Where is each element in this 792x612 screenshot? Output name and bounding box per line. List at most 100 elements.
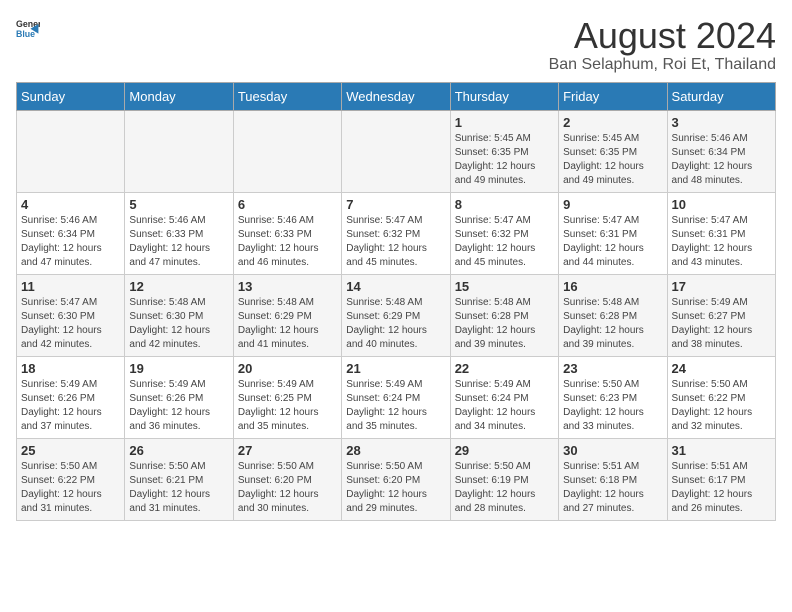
calendar-cell: 12Sunrise: 5:48 AM Sunset: 6:30 PM Dayli… — [125, 274, 233, 356]
day-info: Sunrise: 5:50 AM Sunset: 6:22 PM Dayligh… — [21, 460, 120, 516]
day-info: Sunrise: 5:47 AM Sunset: 6:32 PM Dayligh… — [346, 214, 445, 270]
day-number: 23 — [563, 361, 662, 376]
calendar-cell: 22 Sunrise: 5:49 AM Sunset: 6:24 PM Dayli… — [450, 356, 558, 438]
day-info: Sunrise: 5:48 AM Sunset: 6:29 PM Dayligh… — [346, 296, 445, 352]
calendar-cell: 20Sunrise: 5:49 AM Sunset: 6:25 PM Dayli… — [233, 356, 341, 438]
day-number: 19 — [129, 361, 228, 376]
calendar-cell: 15 Sunrise: 5:48 AM Sunset: 6:28 PM Dayli… — [450, 274, 558, 356]
day-info: Sunrise: 5:50 AM Sunset: 6:21 PM Dayligh… — [129, 460, 228, 516]
day-info: Sunrise: 5:47 AM Sunset: 6:30 PM Dayligh… — [21, 296, 120, 352]
calendar-cell: 23 Sunrise: 5:50 AM Sunset: 6:23 PM Dayli… — [559, 356, 667, 438]
day-info: Sunrise: 5:51 AM Sunset: 6:18 PM Dayligh… — [563, 460, 662, 516]
calendar-cell: 3 Sunrise: 5:46 AM Sunset: 6:34 PM Daylig… — [667, 110, 775, 192]
day-number: 4 — [21, 197, 120, 212]
day-header-wednesday: Wednesday — [342, 82, 450, 110]
calendar-cell: 6 Sunrise: 5:46 AM Sunset: 6:33 PM Daylig… — [233, 192, 341, 274]
day-number: 30 — [563, 443, 662, 458]
day-number: 7 — [346, 197, 445, 212]
day-number: 17 — [672, 279, 771, 294]
day-number: 29 — [455, 443, 554, 458]
logo-icon: General Blue — [16, 16, 40, 40]
day-info: Sunrise: 5:46 AM Sunset: 6:33 PM Dayligh… — [238, 214, 337, 270]
day-number: 11 — [21, 279, 120, 294]
calendar-table: SundayMondayTuesdayWednesdayThursdayFrid… — [16, 82, 776, 521]
calendar-cell: 2 Sunrise: 5:45 AM Sunset: 6:35 PM Daylig… — [559, 110, 667, 192]
day-info: Sunrise: 5:50 AM Sunset: 6:23 PM Dayligh… — [563, 378, 662, 434]
calendar-cell: 28 Sunrise: 5:50 AM Sunset: 6:20 PM Dayli… — [342, 438, 450, 520]
logo: General Blue — [16, 16, 40, 40]
calendar-week-3: 11 Sunrise: 5:47 AM Sunset: 6:30 PM Dayli… — [17, 274, 776, 356]
day-header-saturday: Saturday — [667, 82, 775, 110]
calendar-week-4: 18 Sunrise: 5:49 AM Sunset: 6:26 PM Dayli… — [17, 356, 776, 438]
day-number: 6 — [238, 197, 337, 212]
calendar-cell: 7 Sunrise: 5:47 AM Sunset: 6:32 PM Daylig… — [342, 192, 450, 274]
calendar-cell: 25Sunrise: 5:50 AM Sunset: 6:22 PM Dayli… — [17, 438, 125, 520]
calendar-header-row: SundayMondayTuesdayWednesdayThursdayFrid… — [17, 82, 776, 110]
calendar-cell: 26 Sunrise: 5:50 AM Sunset: 6:21 PM Dayli… — [125, 438, 233, 520]
day-info: Sunrise: 5:49 AM Sunset: 6:26 PM Dayligh… — [129, 378, 228, 434]
calendar-cell: 9 Sunrise: 5:47 AM Sunset: 6:31 PM Daylig… — [559, 192, 667, 274]
title-section: August 2024 Ban Selaphum, Roi Et, Thaila… — [549, 16, 776, 74]
day-number: 24 — [672, 361, 771, 376]
day-number: 21 — [346, 361, 445, 376]
day-info: Sunrise: 5:47 AM Sunset: 6:32 PM Dayligh… — [455, 214, 554, 270]
day-info: Sunrise: 5:50 AM Sunset: 6:20 PM Dayligh… — [346, 460, 445, 516]
day-number: 15 — [455, 279, 554, 294]
day-number: 2 — [563, 115, 662, 130]
day-info: Sunrise: 5:50 AM Sunset: 6:19 PM Dayligh… — [455, 460, 554, 516]
day-number: 14 — [346, 279, 445, 294]
calendar-cell — [125, 110, 233, 192]
day-number: 18 — [21, 361, 120, 376]
day-info: Sunrise: 5:47 AM Sunset: 6:31 PM Dayligh… — [672, 214, 771, 270]
day-number: 8 — [455, 197, 554, 212]
subtitle: Ban Selaphum, Roi Et, Thailand — [549, 56, 776, 74]
day-number: 3 — [672, 115, 771, 130]
day-info: Sunrise: 5:48 AM Sunset: 6:30 PM Dayligh… — [129, 296, 228, 352]
calendar-cell: 21 Sunrise: 5:49 AM Sunset: 6:24 PM Dayli… — [342, 356, 450, 438]
day-header-thursday: Thursday — [450, 82, 558, 110]
calendar-cell: 29 Sunrise: 5:50 AM Sunset: 6:19 PM Dayli… — [450, 438, 558, 520]
day-header-monday: Monday — [125, 82, 233, 110]
calendar-cell: 18 Sunrise: 5:49 AM Sunset: 6:26 PM Dayli… — [17, 356, 125, 438]
day-header-tuesday: Tuesday — [233, 82, 341, 110]
day-info: Sunrise: 5:49 AM Sunset: 6:24 PM Dayligh… — [455, 378, 554, 434]
calendar-cell: 14 Sunrise: 5:48 AM Sunset: 6:29 PM Dayli… — [342, 274, 450, 356]
day-number: 1 — [455, 115, 554, 130]
day-info: Sunrise: 5:46 AM Sunset: 6:34 PM Dayligh… — [672, 132, 771, 188]
day-info: Sunrise: 5:48 AM Sunset: 6:29 PM Dayligh… — [238, 296, 337, 352]
day-number: 10 — [672, 197, 771, 212]
day-info: Sunrise: 5:48 AM Sunset: 6:28 PM Dayligh… — [455, 296, 554, 352]
day-info: Sunrise: 5:46 AM Sunset: 6:33 PM Dayligh… — [129, 214, 228, 270]
calendar-cell: 10 Sunrise: 5:47 AM Sunset: 6:31 PM Dayli… — [667, 192, 775, 274]
calendar-cell: 31 Sunrise: 5:51 AM Sunset: 6:17 PM Dayli… — [667, 438, 775, 520]
calendar-cell: 1Sunrise: 5:45 AM Sunset: 6:35 PM Daylig… — [450, 110, 558, 192]
day-info: Sunrise: 5:47 AM Sunset: 6:31 PM Dayligh… — [563, 214, 662, 270]
day-number: 31 — [672, 443, 771, 458]
calendar-cell: 19 Sunrise: 5:49 AM Sunset: 6:26 PM Dayli… — [125, 356, 233, 438]
calendar-cell — [342, 110, 450, 192]
calendar-cell: 30 Sunrise: 5:51 AM Sunset: 6:18 PM Dayli… — [559, 438, 667, 520]
day-info: Sunrise: 5:49 AM Sunset: 6:24 PM Dayligh… — [346, 378, 445, 434]
calendar-cell: 17 Sunrise: 5:49 AM Sunset: 6:27 PM Dayli… — [667, 274, 775, 356]
calendar-body: 1 Sunrise: 5:45 AM Sunset: 6:35 PM Daylig… — [17, 110, 776, 520]
day-number: 22 — [455, 361, 554, 376]
calendar-cell — [233, 110, 341, 192]
day-number: 13 — [238, 279, 337, 294]
day-info: Sunrise: 5:50 AM Sunset: 6:20 PM Dayligh… — [238, 460, 337, 516]
main-title: August 2024 — [549, 16, 776, 56]
header: General Blue August 2024 Ban Selaphum, R… — [16, 16, 776, 74]
day-header-friday: Friday — [559, 82, 667, 110]
day-number: 26 — [129, 443, 228, 458]
calendar-week-5: 25Sunrise: 5:50 AM Sunset: 6:22 PM Dayli… — [17, 438, 776, 520]
day-info: Sunrise: 5:49 AM Sunset: 6:27 PM Dayligh… — [672, 296, 771, 352]
day-info: Sunrise: 5:51 AM Sunset: 6:17 PM Dayligh… — [672, 460, 771, 516]
calendar-cell: 16Sunrise: 5:48 AM Sunset: 6:28 PM Dayli… — [559, 274, 667, 356]
day-info: Sunrise: 5:46 AM Sunset: 6:34 PM Dayligh… — [21, 214, 120, 270]
day-number: 9 — [563, 197, 662, 212]
day-number: 27 — [238, 443, 337, 458]
day-info: Sunrise: 5:49 AM Sunset: 6:26 PM Dayligh… — [21, 378, 120, 434]
day-info: Sunrise: 5:45 AM Sunset: 6:35 PM Dayligh… — [563, 132, 662, 188]
calendar-week-2: 4 Sunrise: 5:46 AM Sunset: 6:34 PM Daylig… — [17, 192, 776, 274]
calendar-cell: 24Sunrise: 5:50 AM Sunset: 6:22 PM Dayli… — [667, 356, 775, 438]
day-number: 28 — [346, 443, 445, 458]
